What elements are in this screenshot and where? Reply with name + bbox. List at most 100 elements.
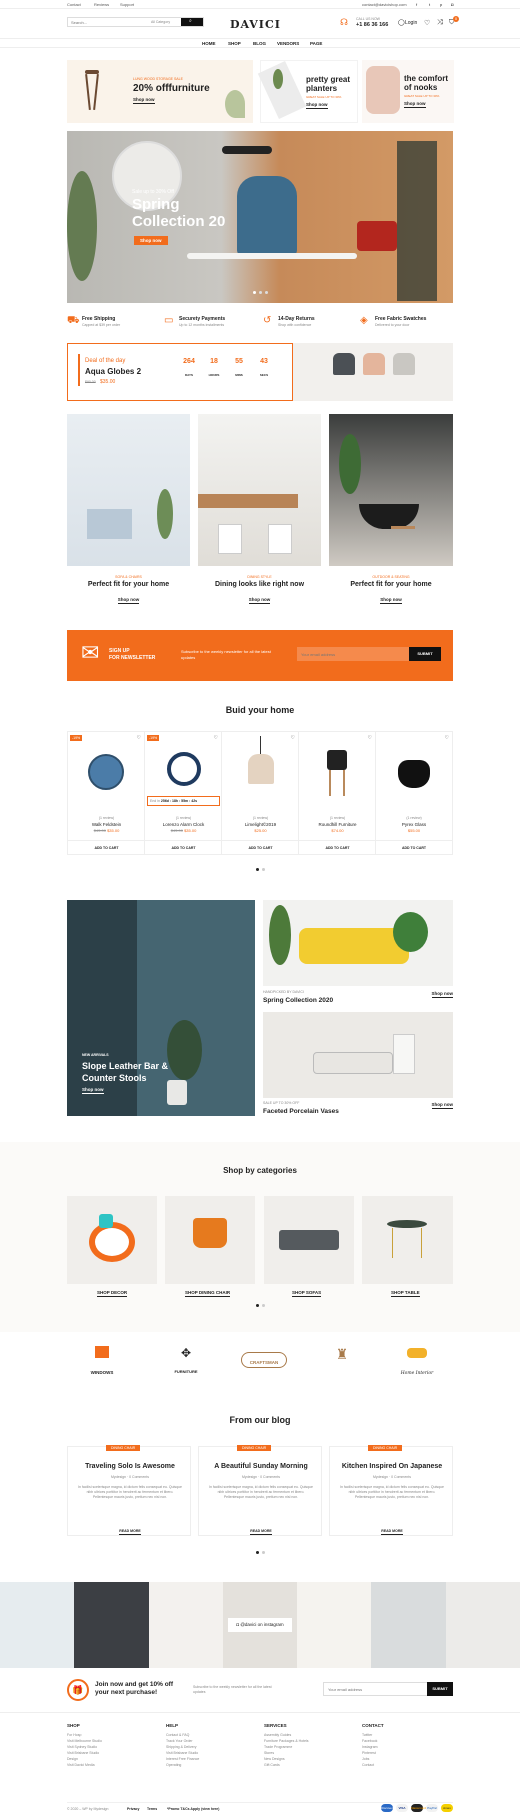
blog-read-more[interactable]: READ MORE — [381, 1529, 403, 1535]
blog-tag[interactable]: DINING CHAIR — [368, 1445, 403, 1451]
wishlist-icon[interactable]: ♡ — [368, 735, 372, 741]
blog-card[interactable]: DINING CHAIR Traveling Solo Is Awesome M… — [67, 1445, 192, 1536]
product-name[interactable]: Walk Feldstein — [68, 822, 145, 827]
brand-logo-craftsman[interactable]: CRAFTSMAN — [241, 1352, 287, 1368]
carousel-dot[interactable] — [256, 1551, 259, 1554]
wishlist-icon[interactable]: ♡ — [424, 19, 430, 27]
product-name[interactable]: Limelight©2019 — [222, 822, 299, 827]
footer-link-promo[interactable]: *Promo T&Cs Apply (view here) — [167, 1807, 219, 1811]
nav-blog[interactable]: BLOG — [253, 41, 266, 46]
join-email-input[interactable] — [323, 1682, 429, 1696]
footer-link[interactable]: Gift Cards — [264, 1762, 354, 1768]
collection-vases[interactable] — [263, 1012, 453, 1098]
category-link-dining-chair[interactable]: SHOP DINING CHAIR — [185, 1290, 231, 1297]
carousel-dot[interactable] — [262, 1304, 265, 1307]
wishlist-icon[interactable]: ♡ — [291, 735, 295, 741]
wishlist-icon[interactable]: ♡ — [445, 735, 449, 741]
hero-slider[interactable]: Sale up to 30% Off Spring Collection 20 … — [67, 131, 453, 303]
category-select[interactable]: All Category — [151, 20, 170, 24]
facebook-icon[interactable]: f — [416, 2, 417, 7]
phone-number[interactable]: +1 86 36 166 — [356, 22, 388, 28]
top-link-contact[interactable]: Contact — [67, 2, 81, 7]
logo[interactable]: DAVICI — [230, 18, 281, 31]
twitter-icon[interactable]: t — [429, 2, 430, 7]
blog-read-more[interactable]: READ MORE — [119, 1529, 141, 1535]
add-to-cart-button[interactable]: ADD TO CART — [376, 840, 452, 854]
add-to-cart-button[interactable]: ADD TO CART — [68, 840, 145, 854]
wishlist-icon[interactable]: ♡ — [137, 735, 141, 741]
category-decor[interactable] — [67, 1196, 157, 1284]
top-link-support[interactable]: Support — [120, 2, 134, 7]
product-card[interactable]: ♡ (1 review) Pyrex Glass $55.00 ADD TO C… — [376, 732, 452, 854]
top-email[interactable]: contact@davicishop.com — [362, 2, 407, 7]
product-card[interactable]: ♡ (1 review) Limelight©2019 $25.00 ADD T… — [222, 732, 299, 854]
slider-dot[interactable] — [253, 291, 256, 294]
user-icon[interactable]: ◯ — [398, 19, 405, 26]
promo-link[interactable]: Shop now — [133, 97, 155, 104]
room-link[interactable]: Shop now — [248, 597, 271, 604]
brand-logo-furniture[interactable]: ✥ FURNITURE — [169, 1346, 203, 1376]
add-to-cart-button[interactable]: ADD TO CART — [299, 840, 376, 854]
slider-dot[interactable] — [265, 291, 268, 294]
instagram-label-box[interactable]: ◘ @davici on instagram — [228, 1618, 292, 1632]
blog-author[interactable]: Mydesign — [242, 1475, 257, 1479]
instagram-icon[interactable]: ◘ — [451, 2, 453, 7]
product-card[interactable]: ♡ (1 review) Roundhill Furniture $74.00 … — [299, 732, 376, 854]
carousel-dot[interactable] — [262, 1551, 265, 1554]
blog-comments[interactable]: 0 Comments — [391, 1475, 411, 1479]
product-name[interactable]: Pyrex Glass — [376, 822, 452, 827]
top-link-reviews[interactable]: Reviews — [94, 2, 109, 7]
newsletter-email-input[interactable] — [297, 647, 409, 661]
footer-link[interactable]: Operating — [166, 1762, 256, 1768]
instagram-photo[interactable] — [297, 1582, 372, 1668]
slider-dot[interactable] — [259, 291, 262, 294]
pinterest-icon[interactable]: p — [440, 2, 442, 7]
blog-tag[interactable]: DINING CHAIR — [106, 1445, 141, 1451]
add-to-cart-button[interactable]: ADD TO CART — [145, 840, 222, 854]
category-sofas[interactable] — [264, 1196, 354, 1284]
blog-read-more[interactable]: READ MORE — [250, 1529, 272, 1535]
blog-comments[interactable]: 0 Comments — [129, 1475, 149, 1479]
instagram-photo[interactable] — [148, 1582, 223, 1668]
carousel-dot[interactable] — [256, 1304, 259, 1307]
category-link-decor[interactable]: SHOP DECOR — [97, 1290, 128, 1297]
blog-comments[interactable]: 0 Comments — [260, 1475, 280, 1479]
brand-logo-windows[interactable]: WINDOWS — [85, 1346, 119, 1376]
brand-logo-home-interior[interactable]: Home Interior — [397, 1348, 437, 1376]
category-link-sofas[interactable]: SHOP SOFAS — [292, 1290, 322, 1297]
search-input[interactable] — [71, 19, 141, 26]
carousel-dot[interactable] — [262, 868, 265, 871]
promo-planters[interactable]: pretty great planters GREAT SALE UP TO 3… — [257, 60, 358, 123]
blog-title[interactable]: Traveling Solo Is Awesome — [68, 1463, 192, 1470]
promo-furniture[interactable]: LUNG WOOD STORAGE SALE 20% offfurniture … — [67, 60, 253, 123]
nav-vendors[interactable]: VENDORS — [277, 41, 299, 46]
product-card[interactable]: -19% ♡ End in 256d : 18h : 55m : 42s (1 … — [145, 732, 222, 854]
footer-link[interactable]: Contact — [362, 1762, 452, 1768]
promo-link[interactable]: Shop now — [404, 101, 426, 108]
blog-author[interactable]: Mydesign — [373, 1475, 388, 1479]
nav-home[interactable]: HOME — [202, 41, 216, 46]
footer-link-terms[interactable]: Terms — [147, 1807, 157, 1811]
compare-icon[interactable]: ⤨ — [437, 19, 443, 27]
instagram-photo[interactable] — [371, 1582, 446, 1668]
blog-tag[interactable]: DINING CHAIR — [237, 1445, 272, 1451]
blog-title[interactable]: Kitchen Inspired On Japanese — [330, 1463, 454, 1470]
newsletter-submit-button[interactable]: SUBMIT — [409, 647, 441, 661]
deal-of-day[interactable]: Deal of the day Aqua Globes 2 $90.00 $35… — [67, 343, 293, 401]
collection-link[interactable]: Shop now — [431, 1102, 453, 1109]
add-to-cart-button[interactable]: ADD TO CART — [222, 840, 299, 854]
category-dining-chair[interactable] — [165, 1196, 255, 1284]
collection-big-stools[interactable]: NEW ARRIVALS Slope Leather Bar & Counter… — [67, 900, 255, 1116]
room-image-dining[interactable] — [198, 414, 321, 566]
collection-link[interactable]: Shop now — [82, 1087, 104, 1094]
promo-link[interactable]: Shop now — [306, 102, 328, 109]
blog-title[interactable]: A Beautiful Sunday Morning — [199, 1463, 323, 1470]
wishlist-icon[interactable]: ♡ — [214, 735, 218, 741]
instagram-photo[interactable] — [445, 1582, 520, 1668]
product-name[interactable]: Roundhill Furniture — [299, 822, 376, 827]
room-image-bathroom[interactable] — [329, 414, 453, 566]
footer-link[interactable]: Visit Davici Media — [67, 1762, 157, 1768]
room-image-livingroom[interactable] — [67, 414, 190, 566]
nav-page[interactable]: PAGE — [310, 41, 322, 46]
join-submit-button[interactable]: SUBMIT — [427, 1682, 453, 1696]
